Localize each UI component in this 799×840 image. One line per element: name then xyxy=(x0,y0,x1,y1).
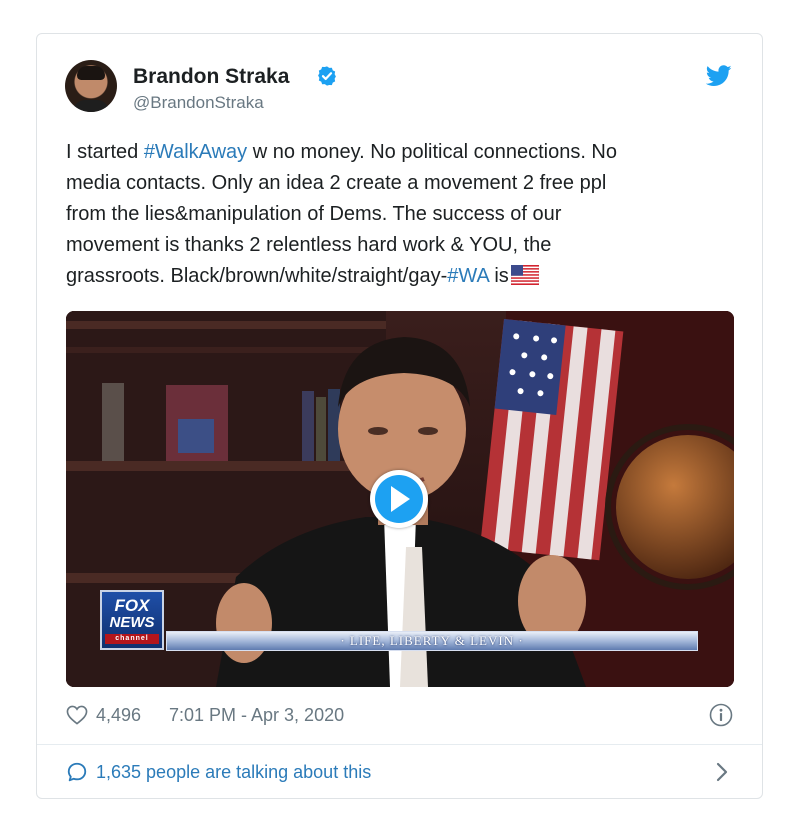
heart-icon[interactable] xyxy=(66,705,88,725)
conversation-link[interactable]: 1,635 people are talking about this xyxy=(66,758,734,786)
tweet-line-2: media contacts. Only an idea 2 create a … xyxy=(66,172,607,194)
us-flag-emoji-icon xyxy=(510,265,539,285)
tweet-text-segment: grassroots. Black/brown/white/straight/g… xyxy=(66,265,448,287)
chevron-right-icon[interactable] xyxy=(714,762,730,782)
tweet-line-5: grassroots. Black/brown/white/straight/g… xyxy=(66,261,738,292)
author-handle[interactable]: @BrandonStraka xyxy=(133,93,264,113)
embedded-tweet-card: Brandon Straka @BrandonStraka I started … xyxy=(36,33,763,799)
tweet-line-3: from the lies&manipulation of Dems. The … xyxy=(66,203,562,225)
tweet-line-1: I started #WalkAway w no money. No polit… xyxy=(66,137,738,168)
play-button[interactable] xyxy=(370,470,428,528)
twitter-bird-icon[interactable] xyxy=(706,65,732,87)
divider xyxy=(37,744,762,745)
tweet-text-segment: is xyxy=(488,265,509,287)
tweet-line-4: movement is thanks 2 relentless hard wor… xyxy=(66,234,552,256)
avatar[interactable] xyxy=(65,60,117,112)
tweet-text-segment: I started xyxy=(66,141,144,163)
tweet-timestamp[interactable]: 7:01 PM - Apr 3, 2020 xyxy=(169,703,344,727)
like-count[interactable]: 4,496 xyxy=(96,703,141,727)
show-chyron: · LIFE, LIBERTY & LEVIN · xyxy=(166,631,698,651)
talking-count-label[interactable]: 1,635 people are talking about this xyxy=(96,759,371,785)
info-icon[interactable] xyxy=(709,703,733,727)
fox-news-logo-line2: NEWS xyxy=(109,614,155,631)
tweet-text-segment: w no money. No political connections. No xyxy=(247,141,618,163)
fox-news-logo-line1: FOX xyxy=(114,596,150,615)
play-icon xyxy=(391,486,410,512)
fox-news-logo: FOX NEWS channel xyxy=(100,590,164,650)
tweet-text: I started #WalkAway w no money. No polit… xyxy=(66,137,738,292)
fox-news-logo-line3: channel xyxy=(105,634,159,644)
hashtag-wa-link[interactable]: #WA xyxy=(447,265,489,287)
video-player[interactable]: FOX NEWS channel · LIFE, LIBERTY & LEVIN… xyxy=(66,311,734,687)
hashtag-walkaway-link[interactable]: #WalkAway xyxy=(144,141,247,163)
speech-bubble-icon xyxy=(67,762,87,782)
avatar-shirt xyxy=(73,100,109,112)
verified-badge-icon xyxy=(318,66,336,86)
author-name[interactable]: Brandon Straka xyxy=(133,65,289,89)
avatar-hair xyxy=(77,66,105,80)
